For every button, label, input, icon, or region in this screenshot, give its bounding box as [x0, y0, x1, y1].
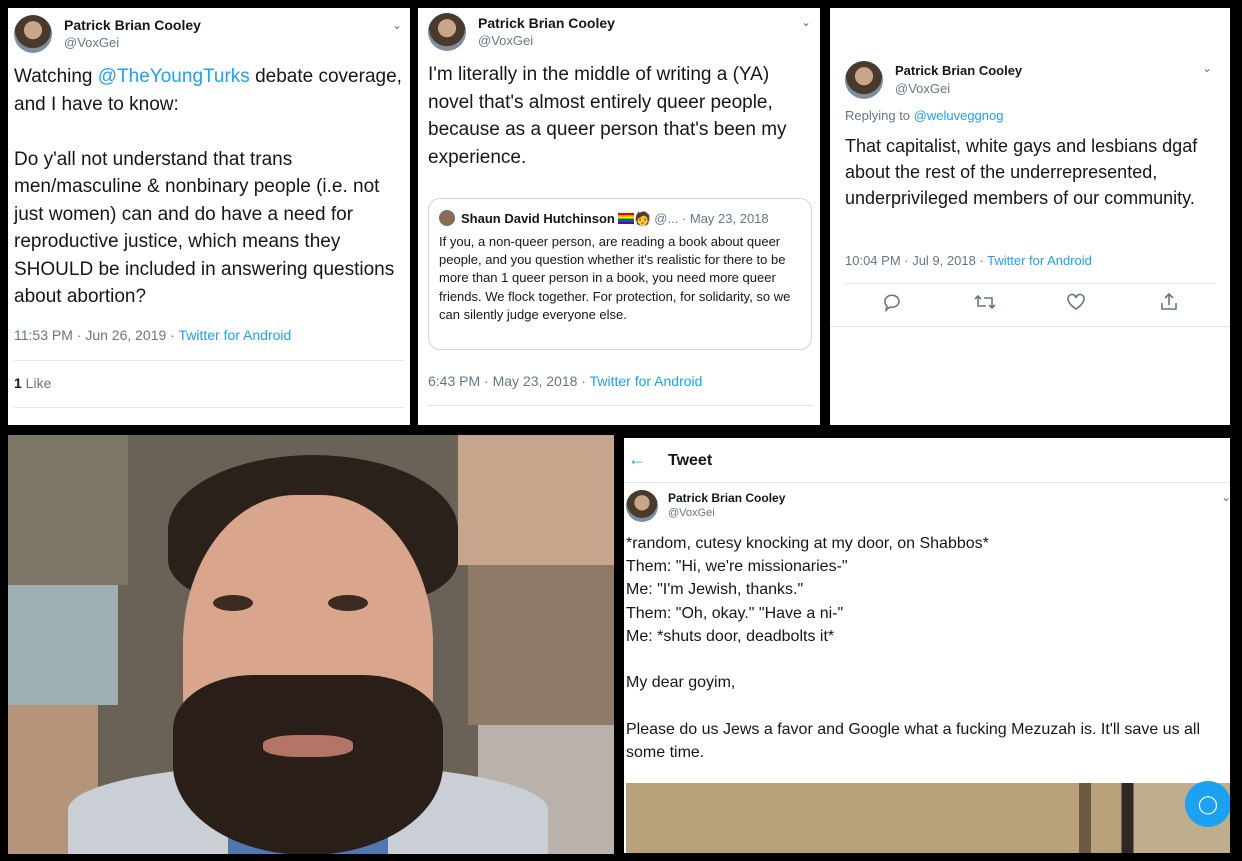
source-link[interactable]: Twitter for Android	[590, 373, 703, 389]
mention-link[interactable]: @TheYoungTurks	[98, 66, 250, 87]
tweet-text: That capitalist, white gays and lesbians…	[845, 136, 1203, 208]
person-emoji-icon: 🧑	[634, 211, 651, 226]
heart-icon[interactable]	[1066, 292, 1086, 312]
display-name[interactable]: Patrick Brian Cooley	[895, 62, 1022, 80]
display-name[interactable]: Patrick Brian Cooley	[668, 491, 785, 506]
chevron-down-icon[interactable]: ⌄	[1202, 61, 1212, 75]
timestamp-text: 6:43 PM · May 23, 2018 ·	[428, 373, 590, 389]
user-handle[interactable]: @VoxGei	[895, 80, 1022, 98]
top-bar: ← Tweet	[624, 438, 1230, 483]
tweet-timestamp: 6:43 PM · May 23, 2018 · Twitter for And…	[428, 373, 702, 389]
user-handle[interactable]: @VoxGei	[64, 34, 201, 52]
likes-count[interactable]: 1 Like	[14, 375, 51, 391]
share-icon[interactable]	[1159, 292, 1179, 312]
tweet-actions	[830, 292, 1230, 322]
timestamp-text: 10:04 PM · Jul 9, 2018 ·	[845, 253, 988, 268]
user-handle[interactable]: @VoxGei	[478, 32, 615, 50]
tweet-text: I'm literally in the middle of writing a…	[428, 64, 792, 168]
tweet-timestamp: 11:53 PM · Jun 26, 2019 · Twitter for An…	[14, 327, 291, 343]
tweet-header: Patrick Brian Cooley @VoxGei	[626, 490, 785, 522]
tweet-header: Patrick Brian Cooley @VoxGei	[14, 15, 201, 53]
background-tile	[458, 435, 614, 565]
mouth	[263, 735, 353, 757]
chevron-down-icon[interactable]: ⌄	[392, 18, 402, 32]
likes-number: 1	[14, 375, 22, 391]
divider	[14, 407, 404, 408]
divider	[428, 405, 814, 406]
tweet-detail-screen: ← Tweet Patrick Brian Cooley @VoxGei ⌄ *…	[624, 438, 1230, 853]
divider	[14, 360, 404, 361]
tweet-timestamp: 10:04 PM · Jul 9, 2018 · Twitter for And…	[845, 253, 1092, 268]
compose-fab-icon[interactable]: ◯	[1185, 781, 1230, 827]
tweet-header: Patrick Brian Cooley @VoxGei	[428, 13, 615, 51]
replying-to: Replying to @weluveggnog	[845, 108, 1003, 123]
background-tile	[8, 435, 128, 585]
background-tile	[8, 585, 118, 705]
chevron-down-icon[interactable]: ⌄	[801, 15, 811, 29]
likes-label: Like	[21, 375, 52, 391]
avatar[interactable]	[626, 490, 658, 522]
replying-label: Replying to	[845, 108, 914, 123]
retweet-icon[interactable]	[974, 292, 996, 312]
rainbow-flag-icon	[618, 213, 635, 224]
quoted-date: · May 23, 2018	[678, 211, 769, 226]
divider	[845, 283, 1215, 284]
reply-icon[interactable]	[882, 292, 902, 312]
timestamp-text: 11:53 PM · Jun 26, 2019 ·	[14, 327, 179, 343]
left-eye	[213, 595, 253, 611]
avatar[interactable]	[14, 15, 52, 53]
profile-photo	[8, 435, 614, 854]
source-link[interactable]: Twitter for Android	[987, 253, 1092, 268]
tweet-text: *random, cutesy knocking at my door, on …	[626, 535, 1201, 761]
tweet-text-rest: debate coverage, and I have to know: Do …	[14, 66, 402, 307]
screen-title: Tweet	[668, 452, 713, 469]
avatar[interactable]	[845, 61, 883, 99]
tweet-header: Patrick Brian Cooley @VoxGei	[845, 61, 1022, 99]
avatar[interactable]	[428, 13, 466, 51]
quoted-tweet-text: If you, a non-queer person, are reading …	[439, 234, 795, 322]
user-handle[interactable]: @VoxGei	[668, 506, 785, 521]
divider	[830, 326, 1230, 327]
back-arrow-icon[interactable]: ←	[628, 449, 646, 470]
tweet-card-capitalist: Patrick Brian Cooley @VoxGei ⌄ Replying …	[830, 8, 1230, 425]
beard	[173, 675, 443, 854]
quoted-tweet[interactable]: Shaun David Hutchinson 🧑 @... · May 23, …	[428, 198, 812, 350]
replying-to-link[interactable]: @weluveggnog	[914, 108, 1004, 123]
tweet-card-abortion: Patrick Brian Cooley @VoxGei ⌄ Watching …	[8, 8, 410, 425]
quoted-avatar	[439, 210, 455, 226]
right-eye	[328, 595, 368, 611]
attached-image[interactable]	[626, 783, 1230, 853]
tweet-card-novel: Patrick Brian Cooley @VoxGei ⌄ I'm liter…	[418, 8, 820, 425]
display-name[interactable]: Patrick Brian Cooley	[64, 16, 201, 34]
quoted-display-name: Shaun David Hutchinson	[461, 211, 615, 226]
background-tile	[468, 565, 614, 725]
tweet-text: Watching @TheYoungTurks debate coverage,…	[14, 63, 406, 311]
quoted-handle: @...	[650, 211, 679, 226]
tweet-text-start: Watching	[14, 66, 98, 87]
chevron-down-icon[interactable]: ⌄	[1221, 490, 1230, 504]
quoted-tweet-header: Shaun David Hutchinson 🧑 @... · May 23, …	[439, 210, 769, 227]
source-link[interactable]: Twitter for Android	[178, 327, 291, 343]
display-name[interactable]: Patrick Brian Cooley	[478, 14, 615, 32]
